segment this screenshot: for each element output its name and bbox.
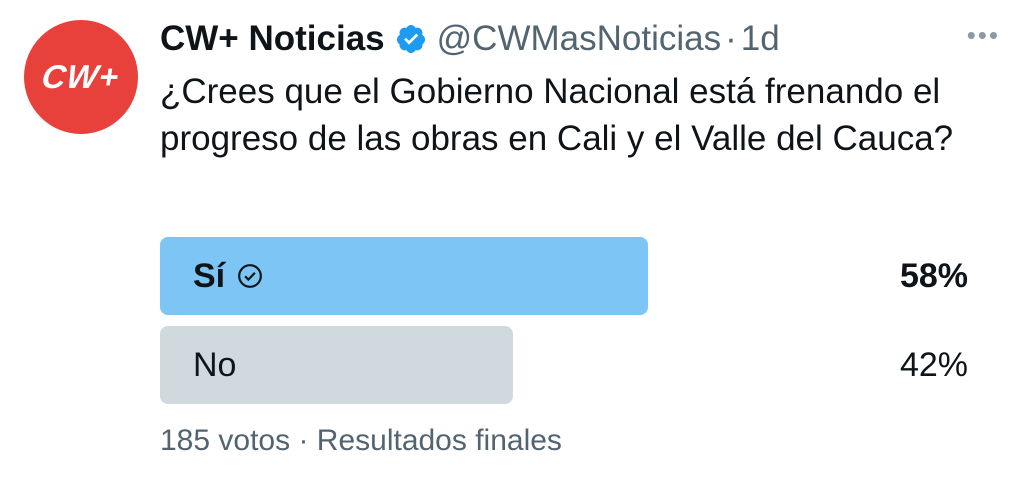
more-options-icon[interactable]: ••• xyxy=(967,22,1000,48)
avatar[interactable]: CW+ xyxy=(24,20,138,134)
poll-option-no: No 42% xyxy=(160,326,968,404)
tweet-header: CW+ Noticias @CWMasNoticias · 1d ••• xyxy=(160,14,1000,64)
poll-option-percent: 58% xyxy=(899,256,968,295)
display-name[interactable]: CW+ Noticias xyxy=(160,19,385,59)
check-circle-icon xyxy=(238,264,263,288)
timestamp[interactable]: 1d xyxy=(741,19,780,59)
handle[interactable]: @CWMasNoticias xyxy=(437,19,721,59)
poll-option-percent: 42% xyxy=(899,345,968,384)
poll-option-si: Sí 58% xyxy=(160,237,968,315)
poll-option-label: Sí xyxy=(193,237,263,315)
separator-dot: · xyxy=(725,19,737,58)
poll-footer: 185 votos · Resultados finales xyxy=(160,424,562,458)
verified-badge-icon xyxy=(396,25,425,53)
avatar-logo: CW+ xyxy=(39,58,123,95)
poll-status: Resultados finales xyxy=(316,424,562,457)
poll-option-text: No xyxy=(193,345,237,384)
vote-count: 185 votos xyxy=(160,424,291,457)
tweet-text: ¿Crees que el Gobierno Nacional está fre… xyxy=(160,72,954,158)
separator-dot: · xyxy=(298,424,309,457)
poll-option-text: Sí xyxy=(193,256,226,295)
poll: Sí 58% No 42% xyxy=(160,237,968,415)
poll-option-label: No xyxy=(193,326,236,404)
tweet: CW+ CW+ Noticias @CWMasNoticias · 1d •••… xyxy=(0,0,1024,483)
